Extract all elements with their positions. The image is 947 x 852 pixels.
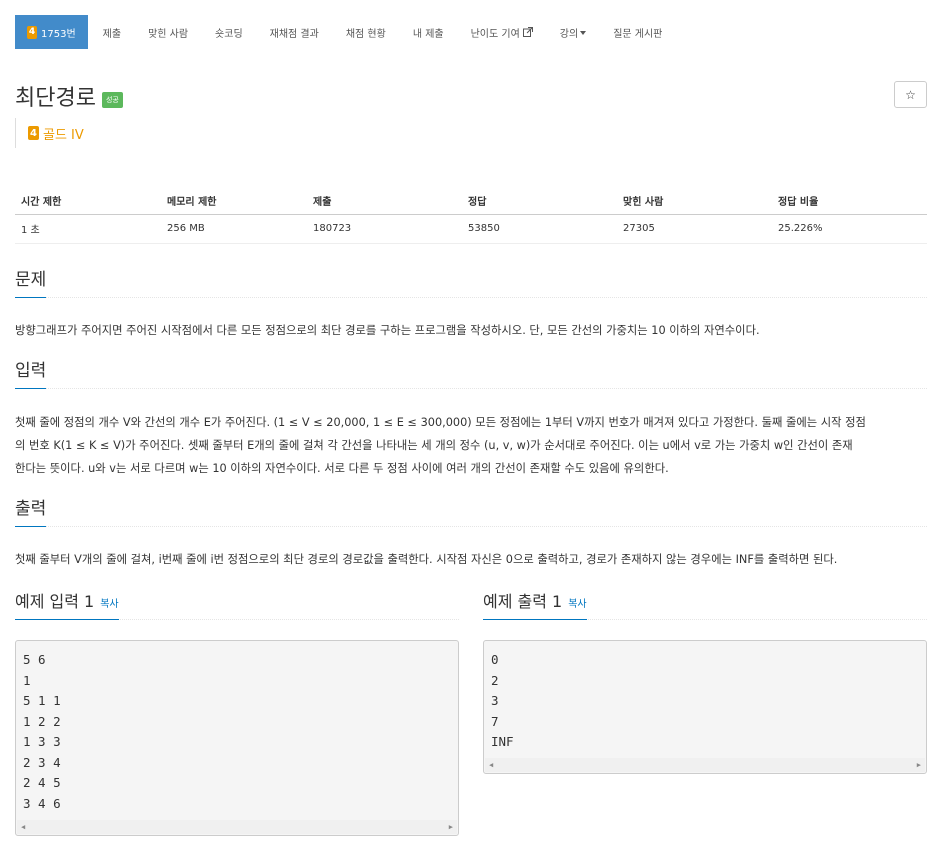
sample-input-line: 3 4 6 bbox=[23, 795, 61, 811]
tier-badge-icon: 4 bbox=[27, 25, 37, 39]
header-accept-ratio: 정답 비율 bbox=[772, 188, 927, 215]
problem-info-table: 시간 제한 메모리 제한 제출 정답 맞힌 사람 정답 비율 1 초 256 M… bbox=[15, 188, 927, 244]
sample-output-box[interactable]: 0 2 3 7 INF ◀ ▶ bbox=[483, 640, 927, 774]
copy-input-link[interactable]: 복사 bbox=[100, 599, 118, 610]
nav-status-label: 채점 현황 bbox=[345, 28, 386, 40]
sample-input-box[interactable]: 5 6 1 5 1 1 1 2 2 1 3 3 2 3 4 2 4 5 3 4 … bbox=[15, 640, 459, 836]
problem-number-label: 1753번 bbox=[41, 28, 76, 40]
header-solved-users: 맞힌 사람 bbox=[617, 188, 772, 215]
status-badge: 성공 bbox=[101, 92, 123, 108]
input-section-title: 입력 bbox=[15, 359, 47, 389]
copy-output-link[interactable]: 복사 bbox=[568, 599, 586, 610]
sample-input-line: 2 3 4 bbox=[23, 754, 61, 770]
header-submissions: 제출 bbox=[307, 188, 462, 215]
sample-input-title-text: 예제 입력 1 bbox=[15, 592, 95, 611]
sample-output-line: 0 bbox=[491, 652, 499, 667]
sample-output-line: 7 bbox=[491, 713, 499, 729]
output-horizontal-scrollbar[interactable]: ◀ ▶ bbox=[485, 758, 925, 772]
problem-tier[interactable]: 4 골드 IV bbox=[15, 118, 84, 148]
nav-status[interactable]: 채점 현황 bbox=[346, 25, 386, 40]
nav-rejudge-result[interactable]: 재채점 결과 bbox=[270, 25, 319, 40]
sample-output-header: 예제 출력 1 복사 bbox=[483, 590, 927, 620]
sample-input-line: 5 1 1 bbox=[23, 693, 61, 708]
output-section-title: 출력 bbox=[15, 497, 47, 527]
output-description: 첫째 줄부터 V개의 줄에 걸쳐, i번째 줄에 i번 정점으로의 최단 경로의… bbox=[15, 553, 838, 566]
sample-output-title: 예제 출력 1 복사 bbox=[483, 590, 587, 620]
table-header-row: 시간 제한 메모리 제한 제출 정답 맞힌 사람 정답 비율 bbox=[15, 188, 927, 215]
input-description-line: 의 번호 K(1 ≤ K ≤ V)가 주어진다. 셋째 줄부터 E개의 줄에 걸… bbox=[15, 439, 853, 452]
sample-input-header: 예제 입력 1 복사 bbox=[15, 590, 459, 620]
sample-output-line: INF bbox=[491, 734, 514, 749]
nav-qna-label: 질문 게시판 bbox=[613, 28, 663, 40]
input-description-line: 한다는 뜻이다. u와 v는 서로 다르며 w는 10 이하의 자연수이다. 서… bbox=[15, 462, 669, 475]
sample-input-line: 1 2 2 bbox=[23, 713, 61, 729]
sample-input-line: 1 bbox=[23, 672, 31, 688]
header-accepted: 정답 bbox=[462, 188, 617, 215]
accepted-value: 53850 bbox=[462, 214, 617, 244]
time-limit-value: 1 초 bbox=[15, 214, 161, 244]
header-time-limit: 시간 제한 bbox=[15, 188, 161, 215]
input-description: 첫째 줄에 정점의 개수 V와 간선의 개수 E가 주어진다. (1 ≤ V ≤… bbox=[15, 411, 930, 480]
problem-section-header: 문제 bbox=[15, 268, 927, 298]
problem-nav: 4 1753번 제출 맞힌 사람 숏코딩 재채점 결과 채점 현황 내 제출 난… bbox=[15, 15, 927, 49]
sample-input-line: 5 6 bbox=[23, 652, 46, 667]
submissions-value: 180723 bbox=[307, 214, 462, 244]
nav-solved-users-label: 맞힌 사람 bbox=[148, 28, 189, 40]
problem-description: 방향그래프가 주어지면 주어진 시작점에서 다른 모든 정점으로의 최단 경로를… bbox=[15, 324, 760, 337]
tier-gold-icon: 4 bbox=[28, 126, 39, 140]
nav-lectures-label: 강의 bbox=[559, 28, 579, 40]
nav-difficulty-contribute[interactable]: 난이도 기여 bbox=[471, 25, 533, 40]
nav-my-submissions[interactable]: 내 제출 bbox=[413, 25, 444, 40]
problem-title: 최단경로 bbox=[15, 86, 96, 111]
scroll-left-icon[interactable]: ◀ bbox=[489, 761, 493, 769]
nav-my-submissions-label: 내 제출 bbox=[412, 28, 444, 40]
table-row: 1 초 256 MB 180723 53850 27305 25.226% bbox=[15, 214, 927, 244]
input-horizontal-scrollbar[interactable]: ◀ ▶ bbox=[17, 820, 457, 834]
output-section-header: 출력 bbox=[15, 497, 927, 527]
solved-users-value: 27305 bbox=[617, 214, 772, 244]
nav-short-coding[interactable]: 숏코딩 bbox=[215, 25, 243, 40]
nav-short-coding-label: 숏코딩 bbox=[215, 28, 243, 40]
nav-submit[interactable]: 제출 bbox=[103, 25, 121, 40]
sample-input-line: 1 3 3 bbox=[23, 734, 61, 749]
nav-qna-board[interactable]: 질문 게시판 bbox=[613, 25, 662, 40]
sample-input-line: 2 4 5 bbox=[23, 775, 61, 790]
nav-solved-users[interactable]: 맞힌 사람 bbox=[148, 25, 188, 40]
input-description-line: 첫째 줄에 정점의 개수 V와 간선의 개수 E가 주어진다. (1 ≤ V ≤… bbox=[15, 416, 866, 429]
sample-input-title: 예제 입력 1 복사 bbox=[15, 590, 119, 620]
scroll-left-icon[interactable]: ◀ bbox=[21, 823, 25, 831]
external-link-icon bbox=[522, 27, 533, 37]
star-icon: ☆ bbox=[905, 87, 916, 102]
problem-title-row: 최단경로 성공 bbox=[15, 80, 123, 112]
header-memory-limit: 메모리 제한 bbox=[161, 188, 307, 215]
sample-output-line: 3 bbox=[491, 693, 499, 708]
nav-lectures-dropdown[interactable]: 강의 bbox=[559, 25, 587, 40]
accept-ratio-value: 25.226% bbox=[772, 214, 927, 244]
nav-problem-number[interactable]: 4 1753번 bbox=[15, 15, 88, 49]
sample-output-line: 2 bbox=[491, 672, 499, 688]
sample-output-title-text: 예제 출력 1 bbox=[483, 592, 563, 611]
problem-section-title: 문제 bbox=[15, 268, 47, 298]
nav-submit-label: 제출 bbox=[102, 28, 122, 40]
favorite-star-button[interactable]: ☆ bbox=[894, 81, 927, 108]
scroll-right-icon[interactable]: ▶ bbox=[917, 761, 921, 769]
input-section-header: 입력 bbox=[15, 359, 927, 389]
nav-rejudge-label: 재채점 결과 bbox=[269, 28, 319, 40]
tier-label: 골드 IV bbox=[43, 127, 84, 143]
caret-down-icon bbox=[580, 30, 587, 35]
memory-limit-value: 256 MB bbox=[161, 214, 307, 244]
scroll-right-icon[interactable]: ▶ bbox=[449, 823, 453, 831]
nav-difficulty-label: 난이도 기여 bbox=[470, 28, 520, 40]
